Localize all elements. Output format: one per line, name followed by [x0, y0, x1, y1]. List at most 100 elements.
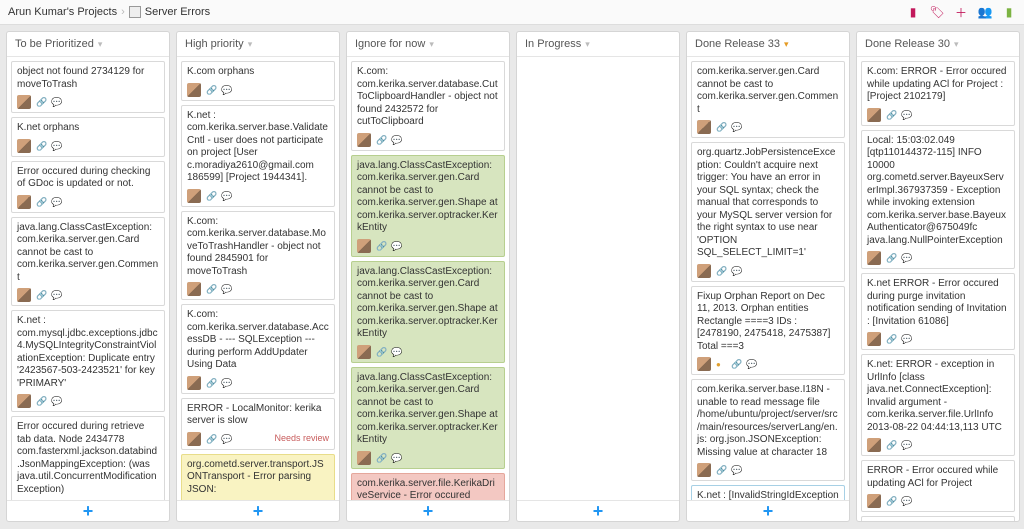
card[interactable]: K.net : com.kerika.server.base.ValidateC…	[181, 105, 335, 207]
attachments-icon[interactable]	[886, 334, 896, 344]
attachments-icon[interactable]	[376, 135, 386, 145]
column-header[interactable]: Done Release 30▾	[857, 32, 1019, 57]
attachments-icon[interactable]	[206, 191, 216, 201]
card[interactable]: object not found 2734129 for moveToTrash	[11, 61, 165, 113]
people-icon[interactable]: 👥	[978, 5, 992, 19]
comments-icon[interactable]	[221, 284, 231, 294]
column-header[interactable]: To be Prioritized▾	[7, 32, 169, 57]
comments-icon[interactable]	[901, 440, 911, 450]
attachments-icon[interactable]	[36, 97, 46, 107]
column-header[interactable]: Ignore for now▾	[347, 32, 509, 57]
chevron-down-icon[interactable]: ▾	[585, 39, 590, 50]
attachments-icon[interactable]	[206, 85, 216, 95]
avatar[interactable]	[697, 264, 711, 278]
add-card-button[interactable]: +	[177, 500, 339, 521]
attachments-icon[interactable]	[36, 141, 46, 151]
card[interactable]: com.kerika.server.base.I18N - unable to …	[691, 379, 845, 481]
chevron-down-icon[interactable]: ▾	[954, 39, 959, 50]
attachments-icon[interactable]	[206, 434, 216, 444]
comments-icon[interactable]	[391, 241, 401, 251]
column-header[interactable]: Done Release 33▾	[687, 32, 849, 57]
avatar[interactable]	[187, 189, 201, 203]
comments-icon[interactable]	[221, 434, 231, 444]
avatar[interactable]	[867, 438, 881, 452]
attachments-icon[interactable]	[36, 396, 46, 406]
card[interactable]: Error occured during retrieve tab data. …	[11, 416, 165, 500]
attachments-icon[interactable]	[376, 347, 386, 357]
comments-icon[interactable]	[901, 496, 911, 506]
attachments-icon[interactable]	[36, 197, 46, 207]
avatar[interactable]	[867, 251, 881, 265]
avatar[interactable]	[357, 239, 371, 253]
card[interactable]: K.com: ERROR - Error occured while updat…	[861, 61, 1015, 126]
avatar[interactable]	[697, 463, 711, 477]
avatar[interactable]	[867, 494, 881, 508]
attachments-icon[interactable]	[716, 122, 726, 132]
avatar[interactable]	[187, 432, 201, 446]
avatar[interactable]	[867, 332, 881, 346]
avatar[interactable]	[867, 108, 881, 122]
chevron-down-icon[interactable]: ▾	[429, 39, 434, 50]
avatar[interactable]	[697, 120, 711, 134]
card[interactable]: java.lang.ClassCastException: com.kerika…	[11, 217, 165, 307]
attachments-icon[interactable]	[206, 284, 216, 294]
avatar[interactable]	[17, 95, 31, 109]
breadcrumb-leaf[interactable]: Server Errors	[145, 6, 210, 18]
comments-icon[interactable]	[51, 197, 61, 207]
avatar[interactable]	[357, 133, 371, 147]
tag-icon[interactable]	[716, 359, 726, 369]
comments-icon[interactable]	[746, 359, 756, 369]
comments-icon[interactable]	[51, 141, 61, 151]
attachments-icon[interactable]	[376, 241, 386, 251]
breadcrumb-root[interactable]: Arun Kumar's Projects	[8, 6, 117, 18]
card[interactable]: com.kerika.server.file.KerikaDriveServic…	[351, 473, 505, 501]
chevron-down-icon[interactable]: ▾	[98, 39, 103, 50]
card[interactable]: com.kerika.server.gen.Card cannot be cas…	[691, 61, 845, 138]
add-card-button[interactable]: +	[347, 500, 509, 521]
tag-icon[interactable]: 🏷	[930, 5, 944, 19]
avatar[interactable]	[187, 282, 201, 296]
chevron-down-icon[interactable]: ▾	[784, 39, 789, 50]
card[interactable]: java.lang.ClassCastException: com.kerika…	[351, 155, 505, 257]
card[interactable]: K.com orphans	[181, 61, 335, 101]
chevron-down-icon[interactable]: ▾	[248, 39, 253, 50]
comments-icon[interactable]	[731, 122, 741, 132]
card[interactable]: java.lang.ClassCastException: com.kerika…	[351, 261, 505, 363]
comments-icon[interactable]	[731, 266, 741, 276]
avatar[interactable]	[17, 195, 31, 209]
card[interactable]: org.quartz.JobPersistenceException: Coul…	[691, 142, 845, 282]
comments-icon[interactable]	[391, 135, 401, 145]
column-header[interactable]: High priority▾	[177, 32, 339, 57]
avatar[interactable]	[17, 394, 31, 408]
card[interactable]: ERROR - LocalMonitor: kerika server is s…	[181, 398, 335, 450]
avatar[interactable]	[187, 376, 201, 390]
activity-icon[interactable]: ▮	[1002, 5, 1016, 19]
column-header[interactable]: In Progress▾	[517, 32, 679, 57]
card[interactable]: Fixup Orphan Report on Dec 11, 2013. Orp…	[691, 286, 845, 376]
card[interactable]: K.net : com.mysql.jdbc.exceptions.jdbc4.…	[11, 310, 165, 412]
attachments-icon[interactable]	[36, 290, 46, 300]
attachments-icon[interactable]	[886, 253, 896, 263]
comments-icon[interactable]	[221, 378, 231, 388]
avatar[interactable]	[697, 357, 711, 371]
comments-icon[interactable]	[901, 253, 911, 263]
comments-icon[interactable]	[51, 396, 61, 406]
card[interactable]: K.com: com.kerika.server.database.Access…	[181, 304, 335, 394]
card[interactable]: ERROR - Error occured while updating ACl…	[861, 460, 1015, 512]
attachments-icon[interactable]	[731, 359, 741, 369]
comments-icon[interactable]	[221, 191, 231, 201]
comments-icon[interactable]	[901, 334, 911, 344]
card[interactable]: K.net : [InvalidStringIdException en-us …	[691, 485, 845, 500]
add-card-button[interactable]: +	[687, 500, 849, 521]
avatar[interactable]	[17, 139, 31, 153]
card[interactable]: WARN - Error occurred during retrieving …	[861, 516, 1015, 521]
card[interactable]: K.net orphans	[11, 117, 165, 157]
card[interactable]: Error occured during checking of GDoc is…	[11, 161, 165, 213]
card[interactable]: K.com: com.kerika.server.database.MoveTo…	[181, 211, 335, 301]
card[interactable]: K.net: ERROR - exception in UrlInfo [cla…	[861, 354, 1015, 456]
attachments-icon[interactable]	[716, 465, 726, 475]
card[interactable]: K.com: com.kerika.server.database.CutToC…	[351, 61, 505, 151]
comments-icon[interactable]	[51, 97, 61, 107]
add-card-button[interactable]: +	[517, 500, 679, 521]
avatar[interactable]	[17, 288, 31, 302]
